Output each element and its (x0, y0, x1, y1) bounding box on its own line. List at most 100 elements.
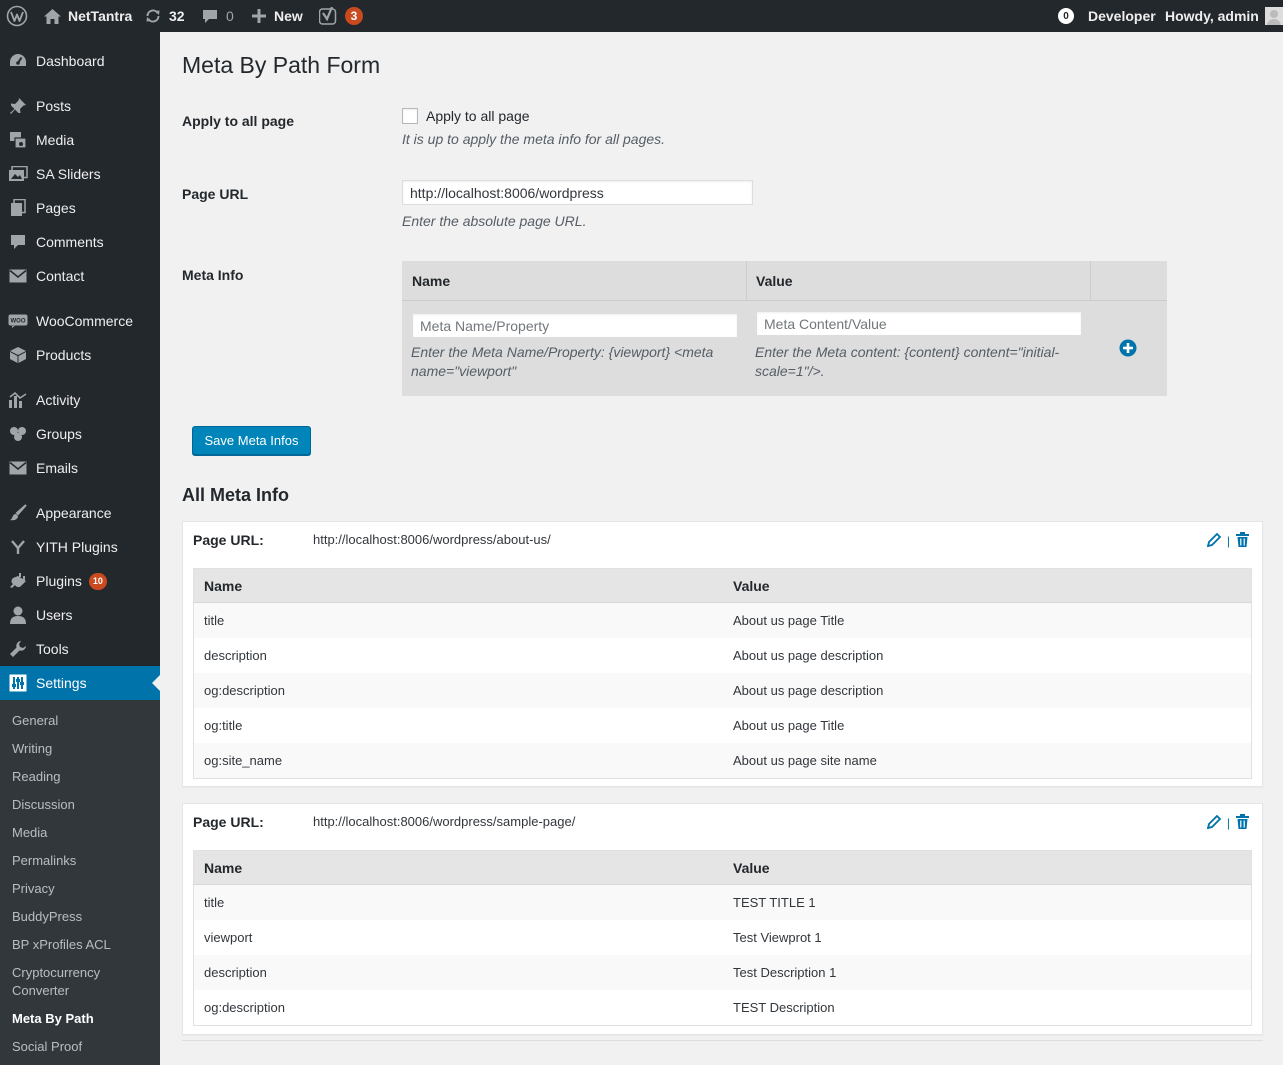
trash-icon[interactable] (1236, 532, 1249, 550)
meta-name-input[interactable]: Meta Name/Property (412, 313, 738, 338)
table-row: viewport Test Viewprot 1 (194, 920, 1251, 955)
main-content: Meta By Path Form Apply to all page Appl… (160, 32, 1283, 1065)
table-row: description About us page description (194, 638, 1251, 673)
submenu-permalinks[interactable]: Permalinks (12, 852, 152, 870)
new-content-menu[interactable]: New (252, 0, 303, 32)
developer-label: Developer (1088, 8, 1156, 24)
trash-icon[interactable] (1236, 814, 1249, 832)
meta-info-label: Meta Info (182, 267, 244, 283)
menu-label: Emails (36, 460, 79, 476)
menu-label: Comments (36, 234, 104, 250)
submenu-cryptocurrency-converter[interactable]: Cryptocurrency Converter (12, 964, 122, 1000)
submenu-buddypress[interactable]: BuddyPress (12, 908, 152, 926)
submenu-discussion[interactable]: Discussion (12, 796, 152, 814)
updates-menu[interactable]: 32 (145, 0, 185, 32)
submenu-general[interactable]: General (12, 712, 152, 730)
plus-icon (252, 9, 266, 23)
comments-menu[interactable]: 0 (202, 0, 234, 32)
apply-all-checkbox[interactable] (402, 108, 418, 124)
meta-value-input[interactable]: Meta Content/Value (756, 311, 1082, 336)
submenu-writing[interactable]: Writing (12, 740, 152, 758)
meta-url-box: Page URL: http://localhost:8006/wordpres… (182, 803, 1263, 1035)
table-row: og:description TEST Description (194, 990, 1251, 1025)
meta-value-cell: Test Description 1 (733, 965, 837, 980)
meta-value-hint: Enter the Meta content: {content} conten… (755, 344, 1060, 379)
menu-pages[interactable]: Pages (0, 191, 160, 225)
meta-value-cell: Test Viewprot 1 (733, 930, 822, 945)
comment-bubble-icon (202, 9, 218, 24)
apply-all-label: Apply to all page (182, 113, 295, 129)
save-meta-infos-button[interactable]: Save Meta Infos (192, 426, 311, 455)
submenu-reading[interactable]: Reading (12, 768, 152, 786)
table-row: og:description About us page description (194, 673, 1251, 708)
menu-label: Users (36, 607, 73, 623)
submenu-bp-xprofiles-acl[interactable]: BP xProfiles ACL (12, 936, 152, 954)
submenu-media[interactable]: Media (12, 824, 152, 842)
new-label: New (274, 8, 303, 24)
yoast-seo-menu[interactable]: 3 (319, 0, 363, 32)
menu-yith-plugins[interactable]: YITH Plugins (0, 530, 160, 564)
menu-label: Media (36, 132, 75, 148)
wordpress-logo-icon[interactable] (6, 0, 28, 32)
meta-info-table: Name Value Meta Name/Property Enter the … (402, 261, 1167, 396)
woocommerce-icon: WOO (8, 312, 28, 330)
menu-woocommerce[interactable]: WOO WooCommerce (0, 304, 160, 338)
name-column-header: Name (204, 578, 243, 594)
value-column-header: Value (733, 860, 770, 876)
menu-sa-sliders[interactable]: SA Sliders (0, 157, 160, 191)
menu-groups[interactable]: Groups (0, 417, 160, 451)
menu-label: WooCommerce (36, 313, 133, 329)
menu-label: Contact (36, 268, 85, 284)
activity-icon (8, 391, 28, 409)
meta-table: Name Value title About us page Title desc… (193, 568, 1252, 779)
my-account-menu[interactable]: Howdy, admin (1165, 0, 1283, 32)
menu-comments[interactable]: Comments (0, 225, 160, 259)
add-meta-row-icon[interactable] (1119, 339, 1137, 360)
meta-url-box: Page URL: http://localhost:8006/wordpres… (182, 521, 1263, 787)
apply-all-checkbox-row: Apply to all page (402, 108, 530, 124)
menu-appearance[interactable]: Appearance (0, 496, 160, 530)
site-name-menu[interactable]: NetTantra (44, 0, 132, 32)
page-url-input[interactable]: http://localhost:8006/wordpress (402, 180, 753, 205)
menu-label: SA Sliders (36, 166, 101, 182)
menu-products[interactable]: Products (0, 338, 160, 372)
submenu-privacy[interactable]: Privacy (12, 880, 152, 898)
submenu-meta-by-path[interactable]: Meta By Path (12, 1010, 152, 1028)
edit-pencil-icon[interactable] (1206, 814, 1222, 832)
menu-tools[interactable]: Tools (0, 632, 160, 666)
menu-users[interactable]: Users (0, 598, 160, 632)
meta-name-cell: og:description (204, 1000, 285, 1015)
comments-count: 0 (226, 8, 234, 24)
page-title: Meta By Path Form (182, 52, 381, 78)
apply-all-description: It is up to apply the meta info for all … (402, 131, 666, 147)
meta-name-cell: description (204, 965, 267, 980)
menu-posts[interactable]: Posts (0, 89, 160, 123)
meta-value-cell: TEST Description (733, 1000, 835, 1015)
meta-value-cell: About us page description (733, 683, 884, 698)
developer-count-badge: 0 (1058, 8, 1074, 24)
admin-bar: NetTantra 32 0 New 3 0 Developer Howdy, … (0, 0, 1283, 32)
table-row: title About us page Title (194, 603, 1251, 638)
menu-contact[interactable]: Contact (0, 259, 160, 293)
menu-label: Posts (36, 98, 72, 114)
menu-activity[interactable]: Activity (0, 383, 160, 417)
menu-emails[interactable]: Emails (0, 451, 160, 485)
apply-all-checkbox-label[interactable]: Apply to all page (426, 108, 530, 124)
menu-label: Appearance (36, 505, 112, 521)
menu-settings[interactable]: Settings (0, 666, 160, 700)
menu-dashboard[interactable]: Dashboard (0, 44, 160, 78)
meta-name-cell: og:site_name (204, 753, 283, 768)
developer-menu[interactable]: 0 Developer (1058, 0, 1156, 32)
menu-plugins[interactable]: Plugins 10 (0, 564, 160, 598)
pages-icon (8, 199, 28, 217)
meta-value-cell: TEST TITLE 1 (733, 895, 816, 910)
submenu-social-proof[interactable]: Social Proof (12, 1038, 152, 1056)
user-icon (8, 606, 28, 624)
meta-value-header: Value (746, 261, 1090, 301)
envelope-icon (8, 459, 28, 477)
meta-name-cell: title (204, 613, 225, 628)
menu-media[interactable]: Media (0, 123, 160, 157)
yoast-icon (319, 7, 339, 25)
edit-pencil-icon[interactable] (1206, 532, 1222, 550)
meta-name-cell: viewport (204, 930, 253, 945)
